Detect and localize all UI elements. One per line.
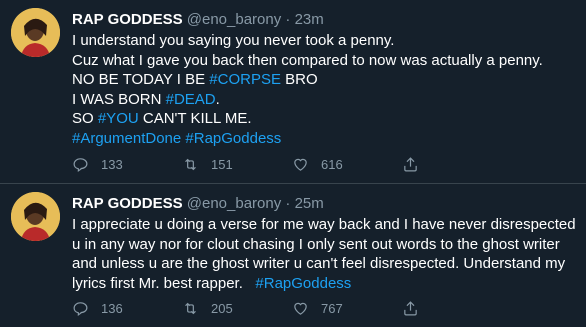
tweet-text-segment: lyrics first Mr. best rapper. (72, 274, 256, 292)
share-button[interactable] (402, 156, 512, 173)
tweet-text-line: #ArgumentDone #RapGoddess (72, 129, 574, 149)
retweet-button[interactable]: 151 (182, 156, 292, 173)
tweet[interactable]: RAP GODDESS @eno_barony · 23m I understa… (0, 0, 586, 184)
like-count: 767 (321, 301, 343, 316)
tweet-text-line: lyrics first Mr. best rapper. #RapGoddes… (72, 274, 574, 294)
tweet-text-line: I appreciate u doing a verse for me way … (72, 215, 576, 235)
tweet-text-segment: SO (72, 110, 98, 127)
hashtag-link[interactable]: #DEAD (166, 91, 216, 108)
like-button[interactable]: 767 (292, 300, 402, 317)
tweet-actions: 136 205 767 (72, 300, 512, 317)
reply-count: 136 (101, 301, 123, 316)
display-name[interactable]: RAP GODDESS (72, 11, 183, 28)
tweet-text-line: SO #YOU CAN'T KILL ME. (72, 109, 574, 129)
tweet-text: I appreciate u doing a verse for me way … (72, 215, 576, 294)
separator-dot: · (285, 11, 291, 28)
reply-count: 133 (101, 157, 123, 172)
tweet-text-line: Cuz what I gave you back then compared t… (72, 51, 574, 71)
tweet-text-segment: and unless u are the ghost writer u can'… (72, 255, 566, 272)
tweet-header: RAP GODDESS @eno_barony · 23m (72, 10, 574, 29)
tweet-text-segment: CAN'T KILL ME. (138, 110, 252, 127)
heart-icon (294, 302, 307, 315)
tweet-text: I understand you saying you never took a… (72, 31, 574, 148)
avatar[interactable] (11, 8, 60, 57)
tweet-text-line: u in any way nor for clout chasing I onl… (72, 235, 574, 255)
share-button[interactable] (402, 300, 512, 317)
reply-button[interactable]: 133 (72, 156, 182, 173)
tweet-text-segment: BRO (280, 71, 318, 88)
like-count: 616 (321, 157, 343, 172)
timestamp[interactable]: 25m (295, 195, 324, 212)
tweet-actions: 133 151 616 (72, 156, 512, 173)
like-button[interactable]: 616 (292, 156, 402, 173)
share-icon (404, 157, 417, 172)
hashtag-link[interactable]: #RapGoddess (255, 275, 351, 292)
timeline: RAP GODDESS @eno_barony · 23m I understa… (0, 0, 586, 327)
reply-icon (73, 158, 88, 173)
tweet-text-segment: u in any way nor for clout chasing I onl… (72, 235, 560, 253)
tweet-text-segment: I understand you saying you never took a… (72, 32, 395, 49)
retweet-button[interactable]: 205 (182, 300, 292, 317)
hashtag-link[interactable]: #RapGoddess (185, 130, 281, 147)
tweet-text-segment: I appreciate u doing a verse for me way … (72, 216, 576, 233)
reply-icon (73, 302, 88, 317)
tweet[interactable]: RAP GODDESS @eno_barony · 25m I apprecia… (0, 184, 586, 327)
retweet-count: 205 (211, 301, 233, 316)
tweet-text-segment: I WAS BORN (72, 90, 166, 108)
display-name[interactable]: RAP GODDESS (72, 195, 183, 212)
tweet-text-line: I understand you saying you never took a… (72, 31, 574, 51)
tweet-text-line: NO BE TODAY I BE #CORPSE BRO (72, 70, 574, 90)
tweet-text-line: I WAS BORN #DEAD. (72, 90, 574, 110)
hashtag-link[interactable]: #ArgumentDone (72, 130, 181, 147)
reply-button[interactable]: 136 (72, 300, 182, 317)
user-handle[interactable]: @eno_barony (187, 11, 281, 28)
retweet-icon (185, 302, 196, 315)
retweet-count: 151 (211, 157, 233, 172)
tweet-text-segment: . (215, 90, 220, 108)
avatar[interactable] (11, 192, 60, 241)
heart-icon (294, 158, 307, 171)
hashtag-link[interactable]: #YOU (98, 110, 139, 127)
timestamp[interactable]: 23m (295, 11, 324, 28)
tweet-header: RAP GODDESS @eno_barony · 25m (72, 194, 574, 213)
tweet-text-segment: NO BE TODAY I BE (72, 71, 210, 88)
tweet-text-line: and unless u are the ghost writer u can'… (72, 254, 574, 274)
share-icon (404, 301, 417, 316)
tweet-text-segment: Cuz what I gave you back then compared t… (72, 51, 543, 69)
hashtag-link[interactable]: #CORPSE (209, 71, 281, 88)
separator-dot: · (285, 195, 291, 212)
user-handle[interactable]: @eno_barony (187, 195, 281, 212)
retweet-icon (185, 158, 196, 171)
